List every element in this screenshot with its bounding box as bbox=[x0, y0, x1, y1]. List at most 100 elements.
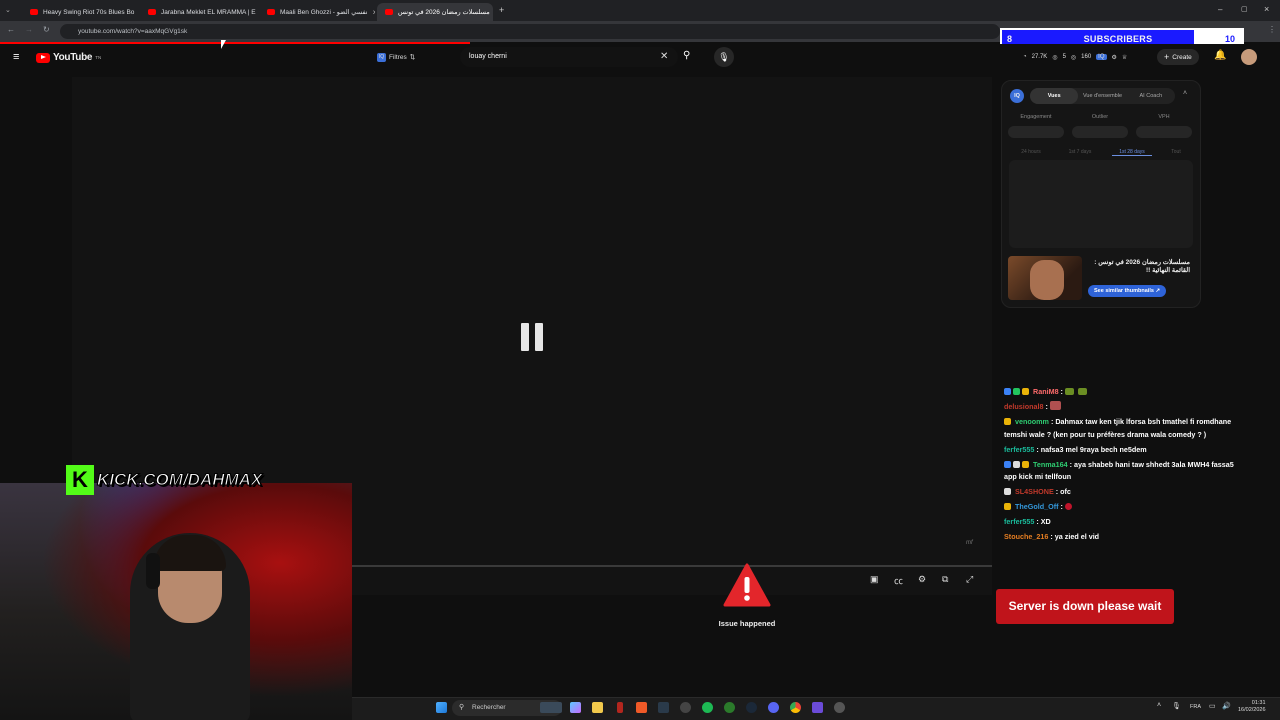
chat-text: nafsa3 mel 9raya bech ne5dem bbox=[1040, 444, 1147, 454]
ext-video-title: مسلسلات رمضان 2026 في تونس : القائمة الن… bbox=[1094, 259, 1190, 274]
iq-badge-icon[interactable]: IQ bbox=[1096, 54, 1107, 60]
youtube-logo-text: YouTube bbox=[53, 52, 93, 63]
youtube-favicon-icon bbox=[148, 9, 156, 15]
browser-tab-4[interactable]: مسلسلات رمضان 2026 في تونس × bbox=[377, 3, 493, 21]
youtube-play-icon bbox=[36, 52, 50, 63]
kick-logo-icon: K bbox=[66, 465, 94, 495]
emote-icon bbox=[1077, 388, 1087, 395]
ext-range-24h[interactable]: 24 hours bbox=[1011, 149, 1051, 155]
tray-mic-icon[interactable]: 🎙 bbox=[1172, 702, 1181, 710]
microphone-icon[interactable]: 🎙 bbox=[714, 47, 734, 67]
keyboard-language[interactable]: FRA bbox=[1190, 704, 1201, 710]
ext-metric-vph: VPH bbox=[1158, 114, 1170, 120]
extension-icon[interactable]: ⚙ bbox=[1112, 54, 1117, 61]
youtube-favicon-icon bbox=[267, 9, 275, 15]
tab-list-chevron-icon[interactable]: ⌄ bbox=[5, 6, 11, 14]
chat-username[interactable]: ferfer555 bbox=[1004, 517, 1034, 526]
create-button[interactable]: + Create bbox=[1157, 49, 1199, 65]
search-icon[interactable]: ⚲ bbox=[683, 50, 690, 61]
widgets-icon[interactable] bbox=[540, 702, 562, 713]
new-tab-icon[interactable]: + bbox=[499, 5, 504, 15]
trophy-icon[interactable]: ♕ bbox=[1122, 54, 1127, 61]
captions-icon[interactable]: ㏄ bbox=[894, 574, 903, 587]
ext-range-28d[interactable]: 1st 28 days bbox=[1112, 149, 1152, 156]
taskbar-search-label: Rechercher bbox=[472, 704, 506, 711]
chat-message: SL4SHONE : ofc bbox=[1004, 486, 1244, 499]
server-down-alert: Server is down please wait bbox=[996, 589, 1174, 624]
chat-username[interactable]: SL4SHONE bbox=[1015, 487, 1054, 496]
browser-tab-1[interactable]: Heavy Swing Riot 70s Blues Bo × bbox=[22, 3, 138, 21]
maximize-window-icon[interactable]: ▢ bbox=[1241, 5, 1248, 13]
thumbnail-face bbox=[1030, 260, 1064, 300]
spotify-icon[interactable] bbox=[702, 702, 713, 713]
crown-icon bbox=[1022, 460, 1029, 468]
chat-username[interactable]: delusional8 bbox=[1004, 402, 1044, 411]
ext-tabs: Vues Vue d'ensemble AI Coach bbox=[1030, 88, 1175, 104]
volume-icon[interactable]: 🔊 bbox=[1222, 702, 1231, 710]
iq-player-icon[interactable]: ▣ bbox=[870, 574, 879, 585]
obs-icon[interactable] bbox=[680, 702, 691, 713]
app-icon-orange[interactable] bbox=[636, 702, 647, 713]
forward-icon[interactable]: → bbox=[25, 25, 33, 34]
collapse-chevron-icon[interactable]: ˄ bbox=[1183, 90, 1187, 97]
hamburger-menu-icon[interactable]: ≡ bbox=[13, 51, 19, 63]
ext-video-thumbnail[interactable] bbox=[1008, 256, 1082, 300]
crown-icon bbox=[1022, 388, 1029, 395]
chat-username[interactable]: TheGold_Off bbox=[1015, 502, 1059, 511]
videos-icon: ◎ bbox=[1052, 54, 1058, 61]
file-explorer-icon[interactable] bbox=[592, 702, 603, 713]
back-icon[interactable]: ← bbox=[7, 25, 15, 34]
ext-range-all[interactable]: Tout bbox=[1156, 149, 1196, 155]
xbox-icon[interactable] bbox=[724, 702, 735, 713]
ext-tab-views[interactable]: Vues bbox=[1030, 88, 1079, 104]
clear-search-icon[interactable]: ✕ bbox=[660, 51, 668, 62]
chat-username[interactable]: Tenma164 bbox=[1033, 460, 1068, 469]
chat-username[interactable]: RaniM8 bbox=[1033, 387, 1059, 396]
discord-icon[interactable] bbox=[768, 702, 779, 713]
browser-tab-3[interactable]: Maali Ben Ghozzi - نفسي الضو × bbox=[259, 3, 375, 21]
tray-chevron-icon[interactable]: ˄ bbox=[1157, 702, 1161, 709]
see-similar-thumbnails-button[interactable]: See similar thumbnails ↗ bbox=[1088, 285, 1167, 297]
settings-app-icon[interactable] bbox=[834, 702, 845, 713]
youtube-logo[interactable]: YouTube TN bbox=[36, 52, 101, 63]
fullscreen-icon[interactable]: ⤢ bbox=[966, 574, 973, 585]
close-window-icon[interactable]: × bbox=[1264, 4, 1269, 14]
chat-message: RaniM8 : bbox=[1004, 386, 1244, 399]
account-avatar[interactable] bbox=[1241, 49, 1257, 65]
windows-start-icon[interactable] bbox=[436, 702, 447, 713]
copilot-icon[interactable] bbox=[570, 702, 581, 713]
tab-title: Maali Ben Ghozzi - نفسي الضو bbox=[280, 9, 368, 16]
chat-username[interactable]: venoomm bbox=[1015, 417, 1049, 426]
network-icon[interactable]: ▭ bbox=[1209, 702, 1216, 710]
badge-icon bbox=[1013, 460, 1020, 468]
chat-username[interactable]: ferfer555 bbox=[1004, 445, 1034, 454]
views-icon: ◔ bbox=[1023, 54, 1027, 60]
taskbar-clock[interactable]: 01:31 16/02/2026 bbox=[1238, 700, 1266, 714]
chat-message: Tenma164 : aya shabeb hani taw shhedt 3a… bbox=[1004, 459, 1234, 481]
badge-icon bbox=[1004, 460, 1011, 468]
steam-icon[interactable] bbox=[746, 702, 757, 713]
filters-button[interactable]: IQ Filtres ⇅ bbox=[372, 50, 420, 64]
notifications-bell-icon[interactable]: 🔔 bbox=[1214, 50, 1226, 61]
ext-tab-ai-coach[interactable]: AI Coach bbox=[1127, 88, 1175, 104]
address-bar[interactable]: youtube.com/watch?v=aaxMqGVg1sk bbox=[60, 24, 1000, 39]
reload-icon[interactable]: ↻ bbox=[43, 25, 50, 34]
settings-gear-icon[interactable]: ⚙ bbox=[918, 574, 926, 585]
chat-username[interactable]: Stouche_216 bbox=[1004, 532, 1048, 541]
external-link-icon: ↗ bbox=[1155, 288, 1161, 294]
chat-text: ofc bbox=[1060, 487, 1071, 496]
minimize-window-icon[interactable]: – bbox=[1218, 5, 1222, 14]
chrome-icon[interactable] bbox=[790, 702, 801, 713]
pause-icon[interactable] bbox=[520, 323, 544, 351]
miniplayer-icon[interactable]: ⧉ bbox=[942, 574, 948, 585]
tab-title: Jarabna Meklet EL MRAMMA | E bbox=[161, 8, 256, 16]
ext-range-7d[interactable]: 1st 7 days bbox=[1060, 149, 1100, 155]
app-icon-dark[interactable] bbox=[658, 702, 669, 713]
search-input[interactable]: louay cherni bbox=[460, 47, 678, 67]
app-icon-purple[interactable] bbox=[812, 702, 823, 713]
browser-tab-2[interactable]: Jarabna Meklet EL MRAMMA | E × bbox=[140, 3, 256, 21]
close-tab-icon[interactable]: × bbox=[373, 8, 375, 17]
menu-dots-icon[interactable]: ⋮ bbox=[1268, 25, 1276, 34]
ext-tab-overview[interactable]: Vue d'ensemble bbox=[1078, 88, 1126, 104]
app-icon-red[interactable] bbox=[617, 702, 623, 713]
